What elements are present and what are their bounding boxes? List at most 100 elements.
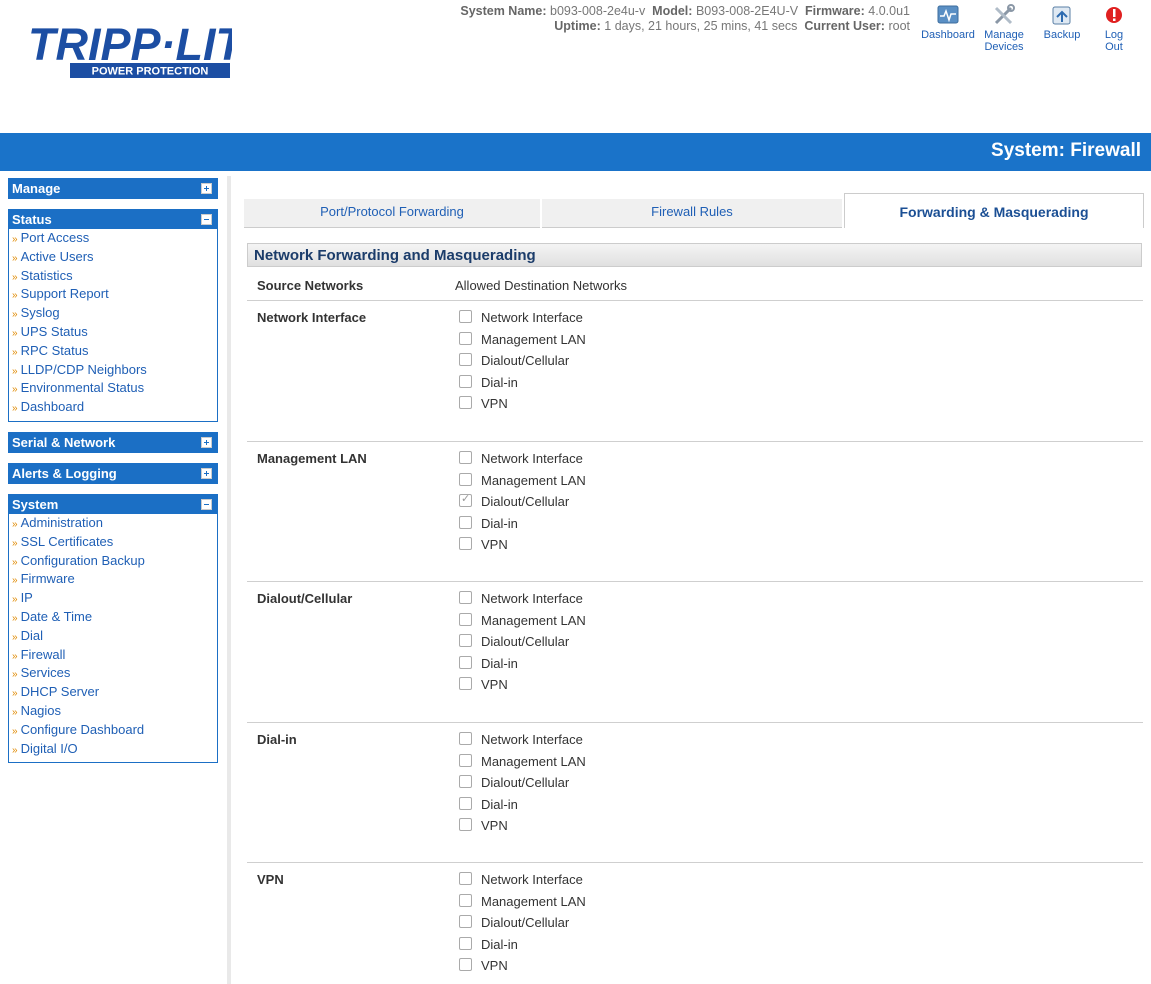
sidebar-status-header[interactable]: Status [9, 210, 217, 229]
sidebar-system-header[interactable]: System [9, 494, 217, 514]
checkbox[interactable] [459, 796, 472, 810]
dashboard-label: Dashboard [921, 29, 975, 41]
sidebar-item-firmware[interactable]: » Firmware [12, 571, 217, 590]
sidebar-system-title: System [12, 496, 59, 512]
checkbox[interactable] [459, 634, 472, 648]
collapse-icon[interactable] [201, 498, 212, 510]
checkbox[interactable] [459, 310, 472, 323]
sidebar-item-lldp-cdp-neighbors[interactable]: » LLDP/CDP Neighbors [12, 362, 217, 381]
destination-option-dial-in[interactable]: Dial-in [459, 655, 586, 678]
sidebar-item-digital-io[interactable]: » Digital I/O [12, 741, 217, 760]
destination-option-network-interface[interactable]: Network Interface [459, 732, 586, 754]
destination-option-network-interface[interactable]: Network Interface [459, 591, 586, 613]
sidebar-alerts-logging-title: Alerts & Logging [12, 465, 117, 481]
destination-option-dial-in[interactable]: Dial-in [459, 374, 586, 397]
destination-option-dial-in[interactable]: Dial-in [459, 796, 586, 819]
destination-option-dialout-cellular[interactable]: Dialout/Cellular [459, 775, 586, 797]
sidebar-alerts-logging-header[interactable]: Alerts & Logging [9, 463, 217, 483]
destination-option-label: Dialout/Cellular [481, 634, 570, 650]
destination-option-dial-in[interactable]: Dial-in [459, 936, 586, 959]
destination-option-label: VPN [481, 958, 508, 974]
sidebar-item-ssl-certificates[interactable]: » SSL Certificates [12, 534, 217, 553]
sidebar-serial-network-title: Serial & Network [12, 434, 116, 450]
checkbox[interactable] [459, 591, 472, 604]
checkbox[interactable] [459, 872, 472, 885]
source-network-label: VPN [257, 872, 284, 887]
collapse-icon[interactable] [201, 214, 212, 225]
expand-icon[interactable] [201, 183, 212, 194]
checkbox[interactable] [459, 915, 472, 929]
checkbox[interactable] [459, 515, 472, 529]
sidebar-item-environmental-status[interactable]: » Environmental Status [12, 380, 217, 399]
logout-link[interactable]: Log Out [1095, 4, 1133, 53]
checkbox[interactable] [459, 612, 472, 626]
sidebar-item-ip[interactable]: » IP [12, 590, 217, 609]
checkbox[interactable] [459, 537, 472, 551]
destination-option-dialout-cellular[interactable]: Dialout/Cellular [459, 915, 586, 937]
tab-port-protocol-forwarding[interactable]: Port/Protocol Forwarding [244, 199, 540, 228]
tab-forwarding-masquerading[interactable]: Forwarding & Masquerading [844, 193, 1144, 228]
checkbox[interactable] [459, 753, 472, 767]
sidebar-item-dial[interactable]: » Dial [12, 628, 217, 647]
page-title: System: Firewall [991, 140, 1141, 161]
checkbox[interactable] [459, 775, 472, 789]
destination-option-management-lan[interactable]: Management LAN [459, 612, 586, 635]
sidebar-item-statistics[interactable]: » Statistics [12, 268, 217, 287]
sidebar-item-syslog[interactable]: » Syslog [12, 305, 217, 324]
checkbox[interactable] [459, 818, 472, 832]
checkbox[interactable] [459, 331, 472, 345]
destination-option-management-lan[interactable]: Management LAN [459, 753, 586, 776]
destination-option-vpn[interactable]: VPN [459, 396, 586, 418]
sidebar-manage-header[interactable]: Manage [9, 179, 217, 198]
destination-option-network-interface[interactable]: Network Interface [459, 310, 586, 332]
destination-option-management-lan[interactable]: Management LAN [459, 472, 586, 495]
destination-option-dialout-cellular[interactable]: Dialout/Cellular [459, 634, 586, 656]
expand-icon[interactable] [201, 436, 212, 448]
sidebar-item-services[interactable]: » Services [12, 665, 217, 684]
destination-option-dialout-cellular[interactable]: Dialout/Cellular [459, 353, 586, 375]
backup-link[interactable]: Backup [1042, 4, 1082, 41]
sidebar-item-ups-status[interactable]: » UPS Status [12, 324, 217, 343]
destination-option-vpn[interactable]: VPN [459, 818, 586, 840]
sidebar-serial-network-header[interactable]: Serial & Network [9, 432, 217, 452]
destination-option-dial-in[interactable]: Dial-in [459, 515, 586, 538]
checkbox[interactable] [459, 732, 472, 745]
sidebar-item-firewall[interactable]: » Firewall [12, 647, 217, 666]
checkbox[interactable] [459, 353, 472, 367]
destination-option-dialout-cellular[interactable]: Dialout/Cellular [459, 492, 586, 516]
checkbox[interactable] [459, 451, 472, 464]
checkbox[interactable] [459, 936, 472, 950]
destination-option-management-lan[interactable]: Management LAN [459, 893, 586, 916]
sidebar-item-rpc-status[interactable]: » RPC Status [12, 343, 217, 362]
checkbox[interactable] [459, 396, 472, 410]
destination-option-label: Dialout/Cellular [481, 494, 570, 510]
destination-option-management-lan[interactable]: Management LAN [459, 331, 586, 354]
destination-option-vpn[interactable]: VPN [459, 958, 586, 980]
destination-option-network-interface[interactable]: Network Interface [459, 451, 586, 473]
checkbox[interactable] [459, 492, 472, 508]
sidebar-item-configure-dashboard[interactable]: » Configure Dashboard [12, 722, 217, 741]
sidebar-item-active-users[interactable]: » Active Users [12, 249, 217, 268]
sidebar-item-nagios[interactable]: » Nagios [12, 703, 217, 722]
destination-option-vpn[interactable]: VPN [459, 537, 586, 559]
sidebar-item-administration[interactable]: » Administration [12, 515, 217, 534]
sidebar-item-support-report[interactable]: » Support Report [12, 286, 217, 305]
sidebar-item-configuration-backup[interactable]: » Configuration Backup [12, 553, 217, 572]
expand-icon[interactable] [201, 467, 212, 479]
checkbox[interactable] [459, 958, 472, 972]
manage-devices-link[interactable]: Manage Devices [981, 4, 1027, 53]
checkbox[interactable] [459, 374, 472, 388]
destination-option-network-interface[interactable]: Network Interface [459, 872, 586, 894]
sidebar-item-dashboard[interactable]: » Dashboard [12, 399, 217, 418]
dashboard-link[interactable]: Dashboard [918, 4, 978, 41]
section-title: Network Forwarding and Masquerading [247, 243, 1142, 267]
tab-firewall-rules[interactable]: Firewall Rules [542, 199, 842, 228]
sidebar-item-port-access[interactable]: » Port Access [12, 230, 217, 249]
checkbox[interactable] [459, 893, 472, 907]
checkbox[interactable] [459, 655, 472, 669]
checkbox[interactable] [459, 472, 472, 486]
checkbox[interactable] [459, 677, 472, 691]
destination-option-vpn[interactable]: VPN [459, 677, 586, 699]
sidebar-item-date-time[interactable]: » Date & Time [12, 609, 217, 628]
sidebar-item-dhcp-server[interactable]: » DHCP Server [12, 684, 217, 703]
